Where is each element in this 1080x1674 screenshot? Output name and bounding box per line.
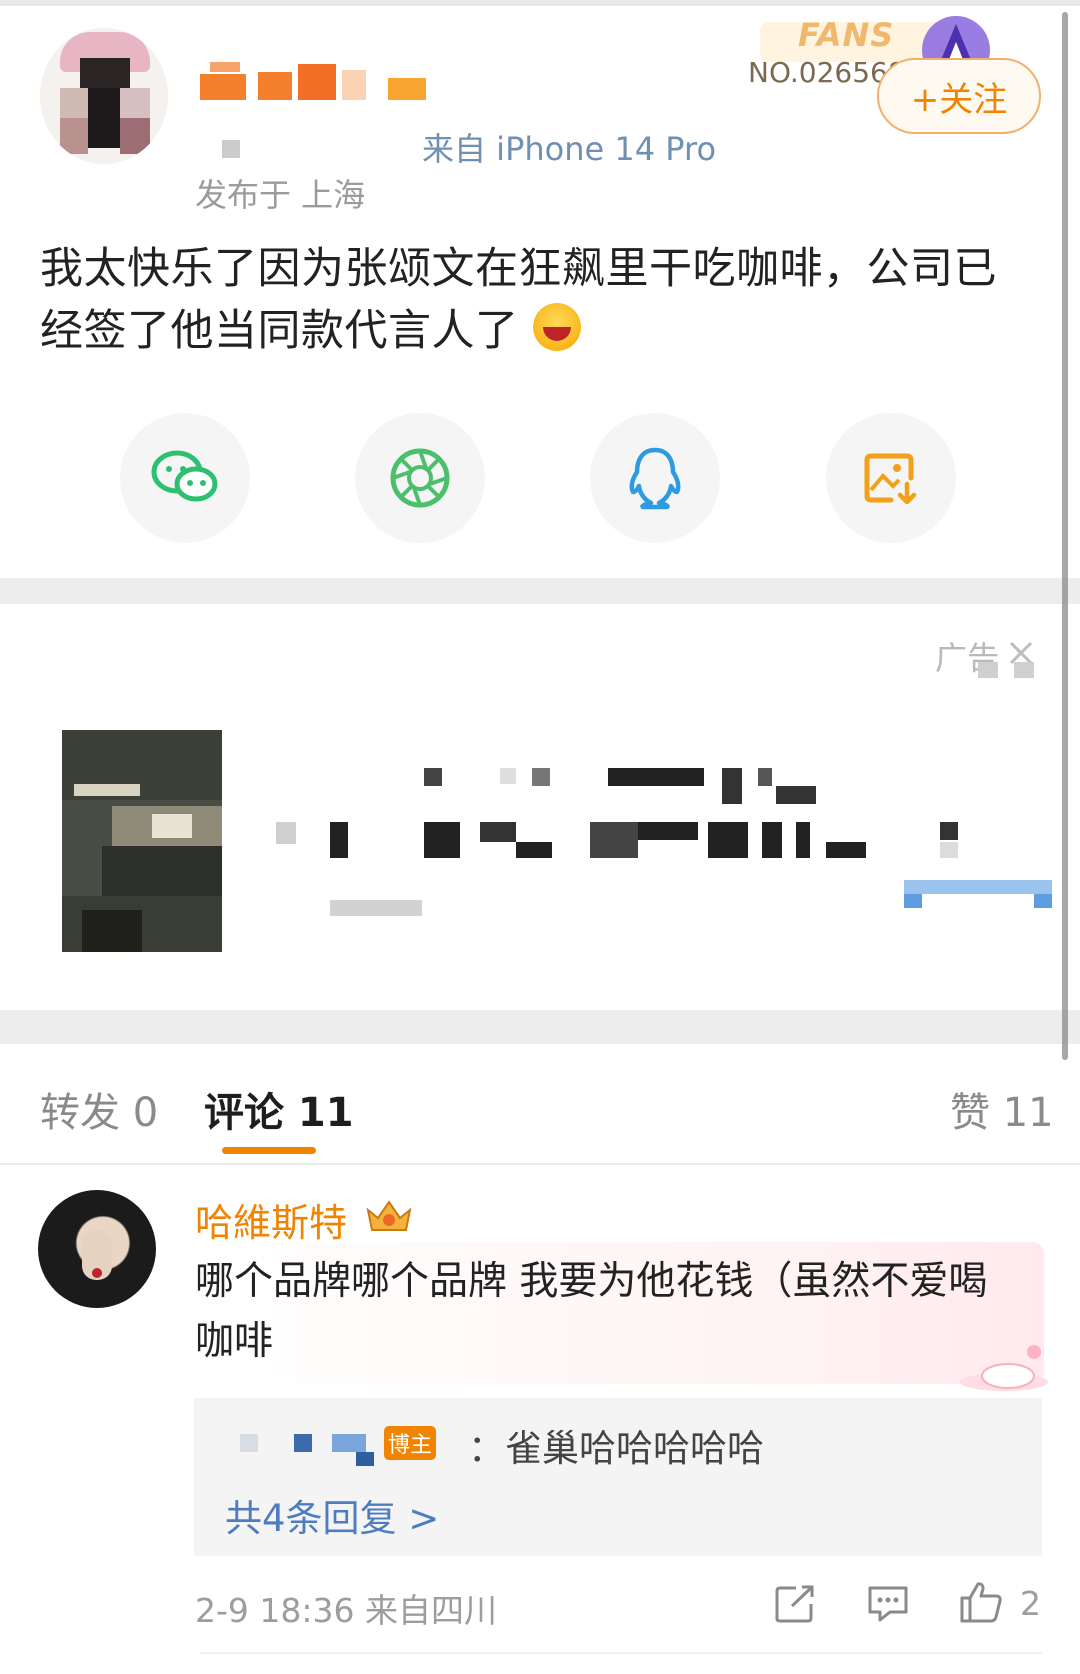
grinning-emoji-icon: [532, 303, 581, 351]
share-qq-button[interactable]: [590, 413, 720, 543]
scrollbar[interactable]: [1062, 12, 1068, 1060]
active-tab-indicator: [222, 1147, 316, 1154]
tab-repost[interactable]: 转发 0: [40, 1080, 158, 1138]
comment-text: 哪个品牌哪个品牌 我要为他花钱（虽然不爱喝咖啡: [195, 1259, 988, 1364]
section-divider-2: [0, 1010, 1080, 1044]
save-image-icon: [864, 453, 917, 505]
wechat-icon: [151, 450, 218, 502]
section-divider: [0, 578, 1080, 604]
qq-icon: [629, 447, 681, 510]
tab-comments[interactable]: 评论 11: [204, 1080, 354, 1138]
follow-button[interactable]: +关注: [877, 58, 1041, 134]
reply-text: ：雀巢哈哈哈哈哈: [468, 1427, 764, 1470]
date-redacted: [222, 140, 240, 158]
commenter-avatar[interactable]: [38, 1190, 156, 1308]
post-source: 来自 iPhone 14 Pro: [422, 130, 717, 168]
reply-author-redacted: [240, 1428, 380, 1466]
comment-like-count: 2: [1020, 1584, 1041, 1623]
tab-divider: [0, 1163, 1080, 1165]
author-name-redacted[interactable]: [200, 60, 430, 106]
cat-sticker-icon: [956, 1338, 1052, 1394]
moments-icon: [390, 448, 450, 508]
comment-meta: 2-9 18:36 来自四川: [195, 1591, 497, 1630]
ad-close-redact: [1014, 662, 1034, 678]
blogger-badge: 博主: [384, 1426, 436, 1460]
commenter-name[interactable]: 哈維斯特: [195, 1192, 347, 1247]
share-moments-button[interactable]: [355, 413, 485, 543]
post-location: 发布于 上海: [195, 176, 366, 214]
comment-divider: [200, 1652, 1042, 1654]
crown-badge-icon: [364, 1196, 414, 1236]
share-comment-icon[interactable]: [774, 1584, 816, 1624]
fans-badge-label: FANS: [798, 16, 895, 54]
reply-comment-icon[interactable]: [866, 1584, 910, 1624]
save-image-button[interactable]: [826, 413, 956, 543]
ad-label-redact: [978, 662, 998, 678]
view-replies-link[interactable]: 共4条回复 >: [225, 1488, 439, 1542]
tab-likes[interactable]: 赞 11: [950, 1080, 1054, 1138]
author-avatar[interactable]: [40, 28, 168, 164]
ad-link-redacted[interactable]: [904, 880, 1052, 908]
like-thumb-icon[interactable]: [958, 1580, 1004, 1624]
ad-thumbnail[interactable]: [62, 730, 222, 952]
post-body-text: 我太快乐了因为张颂文在狂飙里干吃咖啡，公司已经签了他当同款代言人了: [40, 244, 997, 356]
post-body: 我太快乐了因为张颂文在狂飙里干吃咖啡，公司已经签了他当同款代言人了: [40, 238, 1040, 362]
top-divider: [0, 0, 1080, 6]
share-wechat-button[interactable]: [120, 413, 250, 543]
